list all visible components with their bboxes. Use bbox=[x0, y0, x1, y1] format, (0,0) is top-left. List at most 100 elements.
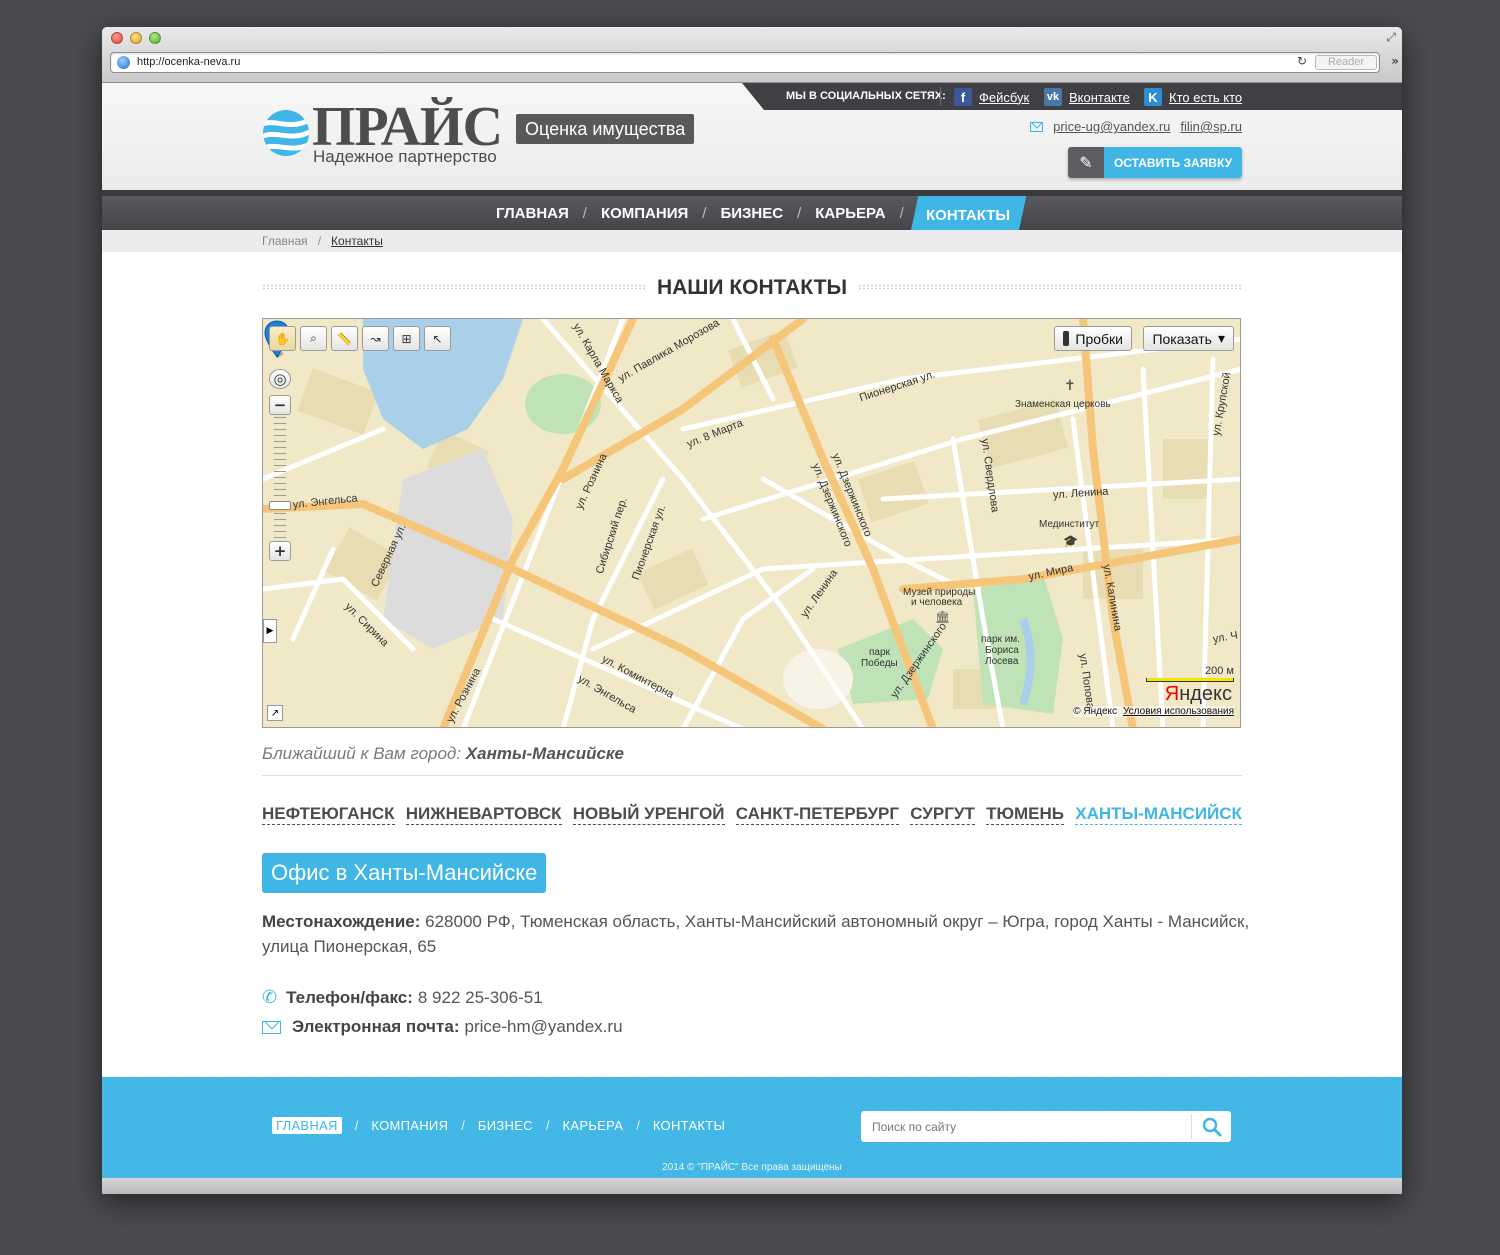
site-header: МЫ В СОЦИАЛЬНЫХ СЕТЯХ: f Фейсбук vk Вкон… bbox=[102, 83, 1402, 190]
map-scale-bar bbox=[1146, 678, 1234, 682]
traffic-light-icon bbox=[1063, 331, 1070, 346]
minimize-window-button[interactable] bbox=[130, 32, 142, 44]
mail-icon bbox=[1030, 121, 1044, 132]
office-phone: ✆ Телефон/факс: 8 922 25-306-51 bbox=[262, 987, 543, 1008]
zoom-out-button[interactable]: − bbox=[269, 395, 291, 415]
address-bar-url[interactable]: http://ocenka-neva.ru bbox=[137, 56, 240, 68]
footer-nav: ГЛАВНАЯ / КОМПАНИЯ / БИЗНЕС / КАРЬЕРА / … bbox=[272, 1117, 725, 1134]
site-logo[interactable]: ПРАЙС Оценка имущества Надежное партнерс… bbox=[262, 99, 702, 173]
phone-label: Телефон/факс: bbox=[286, 987, 413, 1007]
city-tab-novy-urengoy[interactable]: НОВЫЙ УРЕНГОЙ bbox=[572, 803, 725, 825]
close-window-button[interactable] bbox=[111, 32, 123, 44]
search-icon bbox=[1202, 1117, 1221, 1136]
leave-request-label: ОСТАВИТЬ ЗАЯВКУ bbox=[1104, 147, 1242, 178]
phone-icon: ✆ bbox=[262, 987, 278, 1007]
social-link-kto-est-kto[interactable]: K Кто есть кто bbox=[1144, 87, 1242, 107]
select-tool-icon[interactable]: ↖ bbox=[424, 326, 451, 351]
page-title-text: НАШИ КОНТАКТЫ bbox=[644, 276, 860, 299]
poi-label: парк им. bbox=[981, 634, 1020, 645]
header-email-link[interactable]: price-ug@yandex.ru bbox=[1053, 119, 1170, 134]
nearest-city: Ближайший к Вам город: Ханты-Мансийске bbox=[262, 744, 624, 764]
zoom-slider[interactable] bbox=[269, 417, 291, 539]
yandex-logo[interactable]: Яндекс bbox=[1165, 683, 1232, 706]
nav-separator: / bbox=[899, 204, 904, 222]
city-tab-saint-petersburg[interactable]: САНКТ-ПЕТЕРБУРГ bbox=[735, 803, 899, 825]
graduation-cap-icon: 🎓 bbox=[1063, 534, 1078, 548]
search-button[interactable] bbox=[1191, 1114, 1231, 1139]
footer-nav-career[interactable]: КАРЬЕРА bbox=[563, 1118, 624, 1133]
footer-nav-company[interactable]: КОМПАНИЯ bbox=[371, 1118, 448, 1133]
nav-item-business[interactable]: БИЗНЕС bbox=[720, 205, 783, 222]
map-copyright: © Яндекс Условия использования bbox=[1073, 706, 1234, 717]
footer-nav-separator: / bbox=[636, 1118, 640, 1133]
nav-separator: / bbox=[797, 204, 802, 222]
horizontal-scrollbar[interactable] bbox=[102, 1178, 1402, 1194]
poi-label: Мединститут bbox=[1039, 519, 1100, 530]
header-email-link[interactable]: filin@sp.ru bbox=[1180, 119, 1242, 134]
leave-request-button[interactable]: ✎ ОСТАВИТЬ ЗАЯВКУ bbox=[1068, 147, 1242, 178]
ruler-tool-icon[interactable]: 📏 bbox=[331, 326, 358, 351]
footer-nav-contacts[interactable]: КОНТАКТЫ bbox=[653, 1118, 726, 1133]
divider bbox=[262, 775, 1242, 776]
poi-label: Лосева bbox=[985, 656, 1019, 667]
toolbar-overflow-icon[interactable]: » bbox=[1391, 54, 1399, 68]
social-label: МЫ В СОЦИАЛЬНЫХ СЕТЯХ: bbox=[786, 90, 946, 102]
traffic-button-label: Пробки bbox=[1075, 330, 1123, 347]
map-terms-link[interactable]: Условия использования bbox=[1123, 706, 1234, 717]
city-tab-surgut[interactable]: СУРГУТ bbox=[910, 803, 975, 825]
poi-label: Бориса bbox=[985, 645, 1019, 656]
nav-item-career[interactable]: КАРЬЕРА bbox=[815, 205, 885, 222]
nav-item-home[interactable]: ГЛАВНАЯ bbox=[496, 205, 569, 222]
expand-map-icon[interactable]: ↗ bbox=[267, 705, 283, 721]
show-layers-button[interactable]: Показать ▾ bbox=[1143, 326, 1234, 351]
sidebar-toggle-icon[interactable]: ▶ bbox=[263, 619, 277, 643]
nearest-city-label: Ближайший к Вам город: bbox=[262, 744, 462, 763]
social-link-vkontakte[interactable]: vk Вконтакте bbox=[1044, 87, 1130, 107]
nav-item-company[interactable]: КОМПАНИЯ bbox=[601, 205, 688, 222]
browser-window: ⤢ http://ocenka-neva.ru ↻ Reader » МЫ В … bbox=[102, 27, 1402, 1194]
city-tab-khanty-mansiysk[interactable]: ХАНТЫ-МАНСИЙСК bbox=[1075, 803, 1242, 825]
zoom-window-button[interactable] bbox=[149, 32, 161, 44]
route-tool-icon[interactable]: ↝ bbox=[362, 326, 389, 351]
fullscreen-icon[interactable]: ⤢ bbox=[1386, 30, 1396, 45]
pencil-icon: ✎ bbox=[1068, 147, 1104, 178]
map-toolbar: ✋ ⌕ 📏 ↝ ⊞ ↖ bbox=[269, 326, 451, 351]
zoom-slider-thumb[interactable] bbox=[269, 501, 291, 510]
social-bar: МЫ В СОЦИАЛЬНЫХ СЕТЯХ: f Фейсбук vk Вкон… bbox=[742, 83, 1402, 110]
traffic-button[interactable]: Пробки bbox=[1054, 326, 1132, 351]
add-placemark-icon[interactable]: ⊞ bbox=[393, 326, 420, 351]
social-divider bbox=[940, 87, 941, 106]
poi-label: парк bbox=[869, 647, 891, 658]
city-tab-nefteyugansk[interactable]: НЕФТЕЮГАНСК bbox=[262, 803, 395, 825]
social-link-facebook[interactable]: f Фейсбук bbox=[954, 87, 1029, 107]
map-copyright-text: © Яндекс bbox=[1073, 706, 1117, 717]
social-link-label: Кто есть кто bbox=[1169, 89, 1243, 105]
hand-tool-icon[interactable]: ✋ bbox=[269, 326, 296, 351]
map-canvas[interactable]: ул. Энгельса ул. Энгельса ул. Рознина ул… bbox=[263, 319, 1241, 728]
reader-button[interactable]: Reader bbox=[1315, 55, 1377, 70]
phone-value[interactable]: 8 922 25-306-51 bbox=[418, 988, 543, 1008]
breadcrumb-bar: Главная / Контакты bbox=[102, 230, 1402, 252]
browser-toolbar: ⤢ http://ocenka-neva.ru ↻ Reader » bbox=[102, 27, 1402, 83]
breadcrumb-home[interactable]: Главная bbox=[262, 234, 308, 248]
footer-nav-business[interactable]: БИЗНЕС bbox=[478, 1118, 533, 1133]
breadcrumb: Главная / Контакты bbox=[262, 234, 383, 248]
yandex-map[interactable]: ул. Энгельса ул. Энгельса ул. Рознина ул… bbox=[262, 318, 1241, 728]
breadcrumb-current[interactable]: Контакты bbox=[331, 234, 383, 248]
city-tab-tyumen[interactable]: ТЮМЕНЬ bbox=[986, 803, 1064, 825]
zoom-in-button[interactable]: + bbox=[269, 541, 291, 561]
footer-nav-separator: / bbox=[545, 1118, 550, 1133]
address-bar[interactable]: http://ocenka-neva.ru ↻ Reader bbox=[110, 52, 1380, 73]
email-value[interactable]: price-hm@yandex.ru bbox=[464, 1017, 622, 1037]
city-tab-nizhnevartovsk[interactable]: НИЖНЕВАРТОВСК bbox=[405, 803, 562, 825]
reload-icon[interactable]: ↻ bbox=[1297, 54, 1307, 68]
globe-icon bbox=[117, 56, 130, 69]
museum-icon: 🏛 bbox=[935, 610, 950, 624]
nav-separator: / bbox=[582, 204, 587, 222]
magnifier-tool-icon[interactable]: ⌕ bbox=[300, 326, 327, 351]
nav-separator: / bbox=[702, 204, 707, 222]
locate-me-icon[interactable]: ◎ bbox=[269, 369, 291, 389]
search-input[interactable] bbox=[861, 1111, 1189, 1142]
social-link-label: Вконтакте bbox=[1069, 89, 1130, 105]
footer-nav-home[interactable]: ГЛАВНАЯ bbox=[272, 1117, 342, 1134]
